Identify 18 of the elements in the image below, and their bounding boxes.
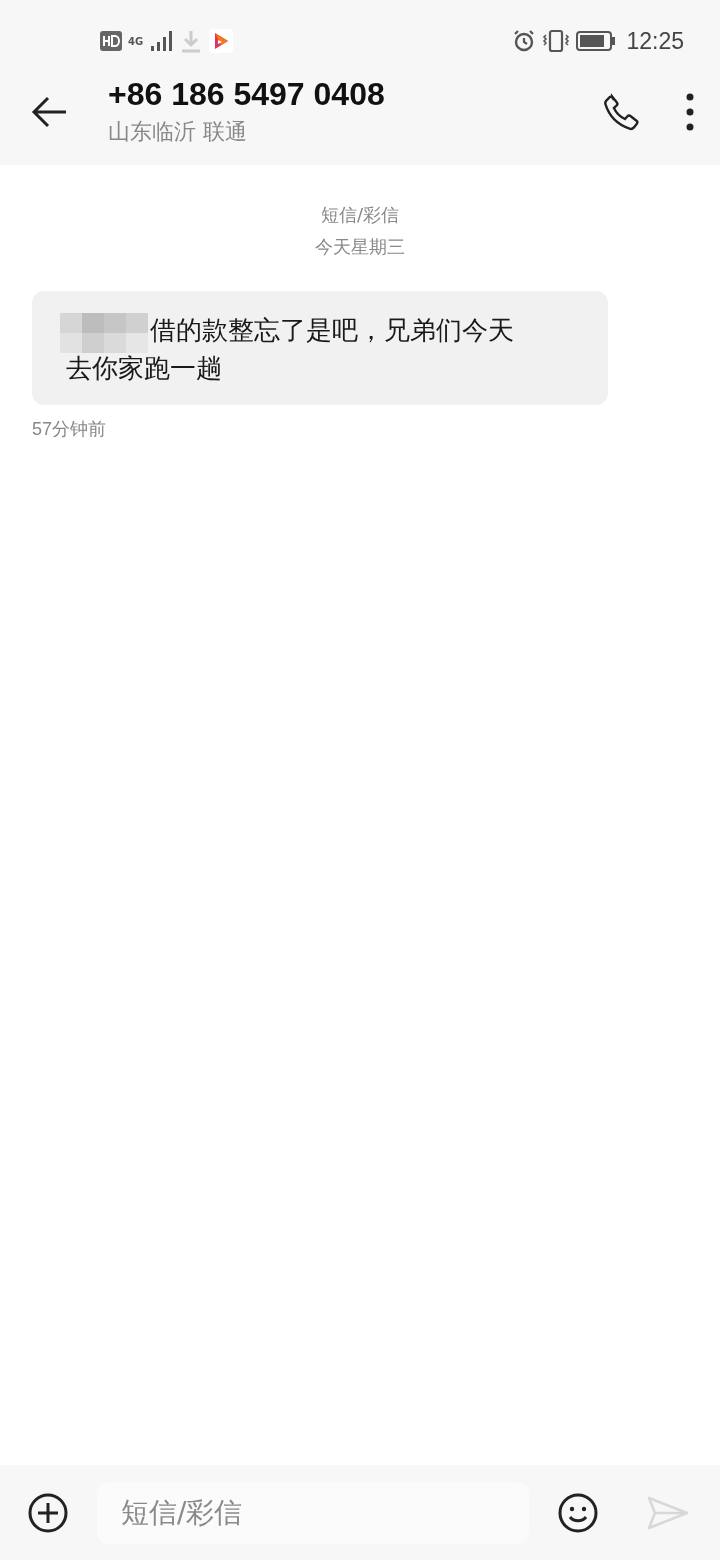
- clock-time: 12:25: [626, 27, 684, 55]
- message-text: 借的款整忘了是吧，兄弟们今天 去你家跑一趟: [66, 314, 515, 385]
- message-bubble[interactable]: 借的款整忘了是吧，兄弟们今天 去你家跑一趟: [32, 291, 608, 405]
- hd-icon: [100, 31, 122, 51]
- message-input[interactable]: 短信/彩信: [97, 1481, 529, 1544]
- signal-icon: [149, 30, 174, 52]
- battery-icon: [576, 30, 617, 52]
- message-time: 57分钟前: [32, 418, 108, 441]
- message-date: 今天星期三: [315, 235, 405, 259]
- vibrate-icon: [542, 29, 571, 53]
- app-icon: [209, 29, 234, 53]
- contact-location: 山东临沂 联通: [108, 118, 248, 146]
- add-button[interactable]: [27, 1491, 69, 1534]
- contact-number: +86 186 5497 0408: [108, 76, 386, 113]
- message-channel: 短信/彩信: [320, 203, 400, 227]
- emoji-button[interactable]: [557, 1491, 599, 1534]
- network-type: 4G: [128, 35, 144, 47]
- more-button[interactable]: [684, 91, 696, 132]
